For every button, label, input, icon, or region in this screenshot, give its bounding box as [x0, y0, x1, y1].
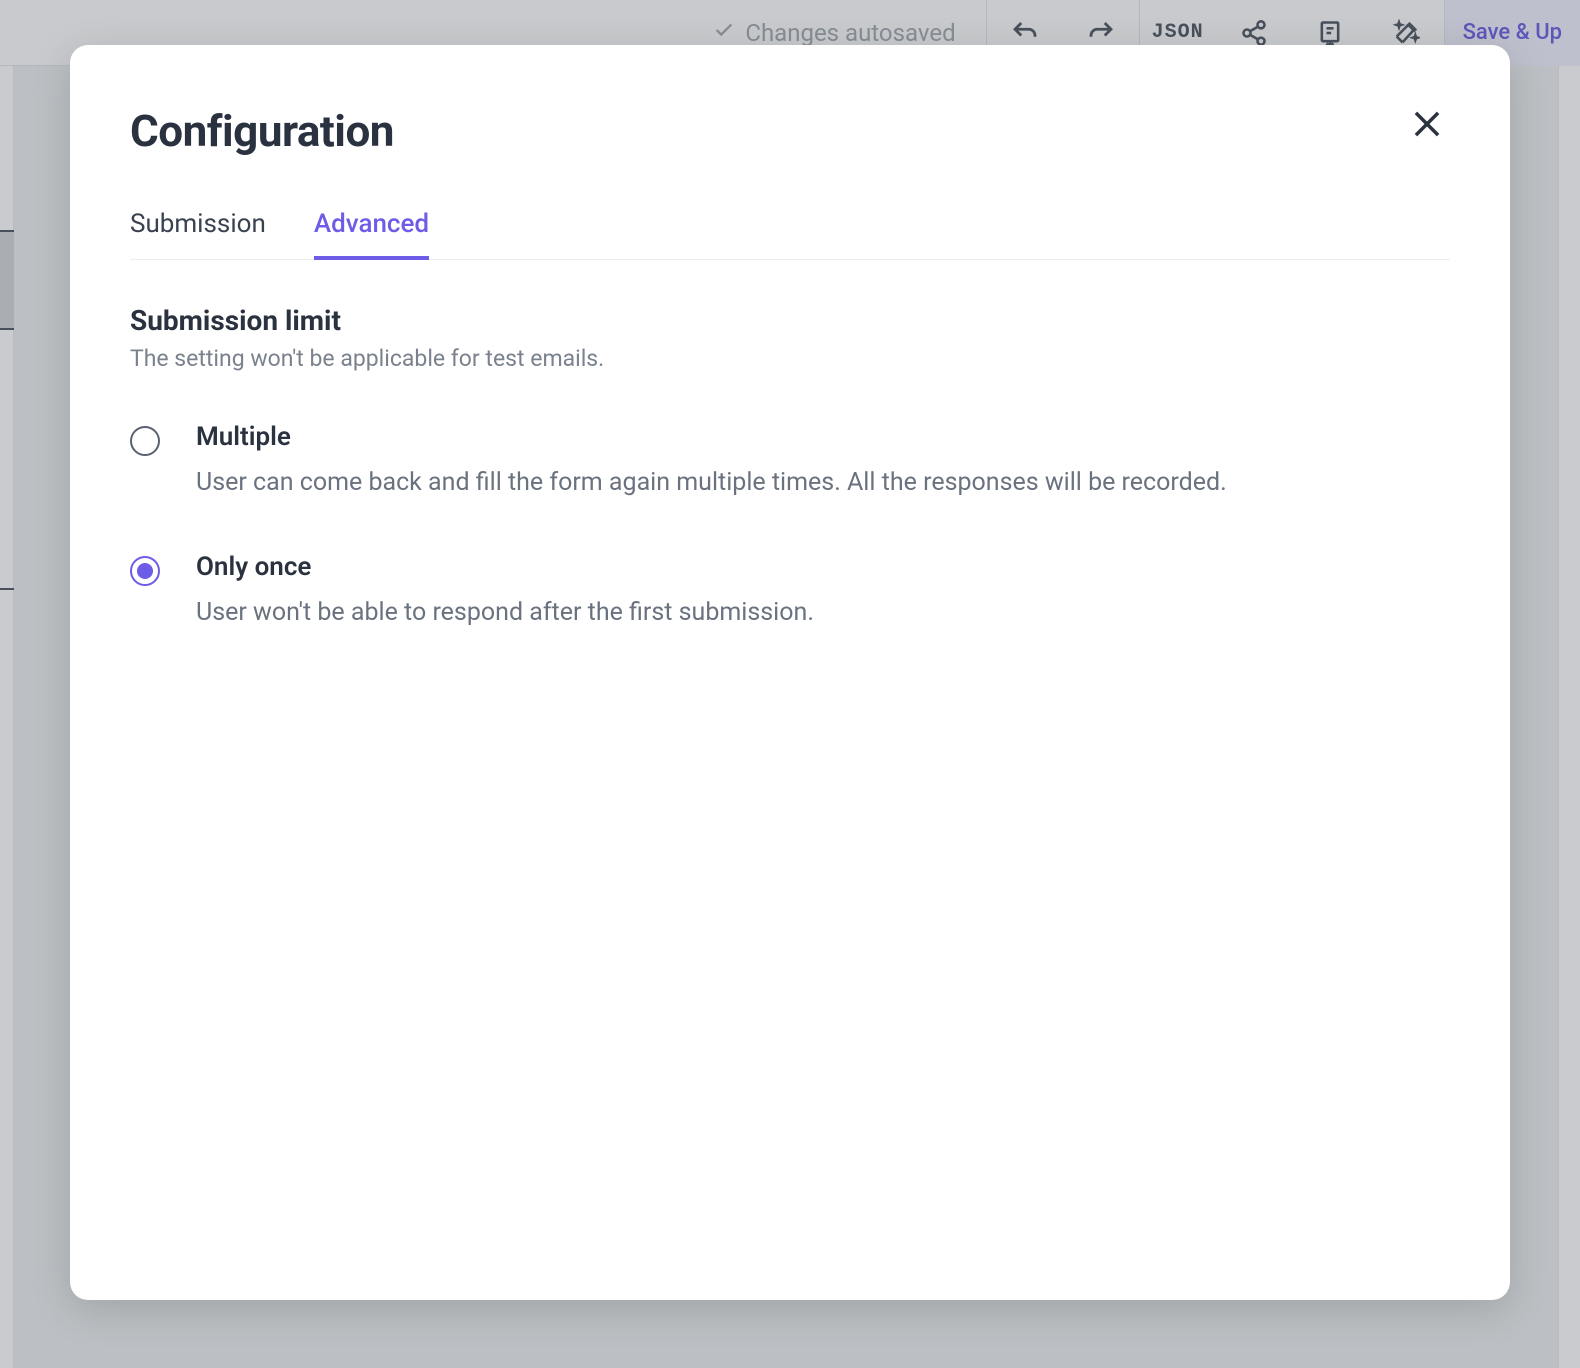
radio-icon [130, 426, 160, 456]
radio-content: Multiple User can come back and fill the… [196, 422, 1450, 502]
section-description: The setting won't be applicable for test… [130, 345, 1450, 372]
tab-submission[interactable]: Submission [130, 209, 266, 259]
radio-description: User can come back and fill the form aga… [196, 464, 1450, 502]
section-title: Submission limit [130, 304, 1450, 337]
radio-option-only-once[interactable]: Only once User won't be able to respond … [130, 552, 1450, 632]
tab-advanced[interactable]: Advanced [314, 209, 429, 259]
modal-overlay[interactable]: Configuration Submission Advanced Submis… [0, 0, 1580, 1368]
close-icon [1408, 128, 1446, 147]
submission-limit-section: Submission limit The setting won't be ap… [130, 304, 1450, 631]
modal-header: Configuration [130, 105, 1450, 157]
tabs-container: Submission Advanced [130, 209, 1450, 260]
modal-title: Configuration [130, 105, 394, 157]
configuration-modal: Configuration Submission Advanced Submis… [70, 45, 1510, 1300]
submission-limit-radio-group: Multiple User can come back and fill the… [130, 422, 1450, 631]
radio-icon [130, 556, 160, 586]
radio-label: Only once [196, 552, 1450, 582]
radio-content: Only once User won't be able to respond … [196, 552, 1450, 632]
close-button[interactable] [1404, 101, 1450, 151]
radio-label: Multiple [196, 422, 1450, 452]
radio-description: User won't be able to respond after the … [196, 594, 1450, 632]
radio-option-multiple[interactable]: Multiple User can come back and fill the… [130, 422, 1450, 502]
